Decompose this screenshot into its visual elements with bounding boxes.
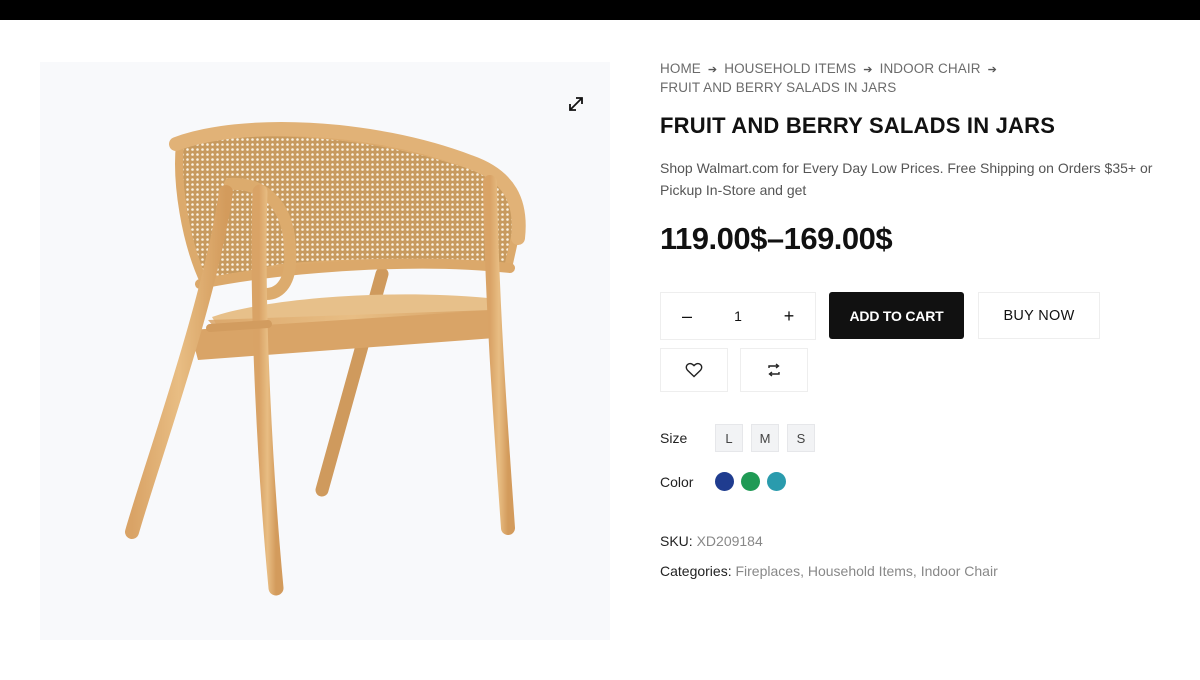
breadcrumb-household-items[interactable]: HOUSEHOLD ITEMS xyxy=(724,61,856,76)
product-info: HOME ➔ HOUSEHOLD ITEMS ➔ INDOOR CHAIR ➔ FRUIT… xyxy=(660,60,1180,579)
categories-label: Categories: xyxy=(660,563,732,579)
heart-icon xyxy=(685,362,703,378)
increment-button[interactable]: + xyxy=(779,306,799,327)
color-selector: Color xyxy=(660,472,793,491)
size-selector: Size L M S xyxy=(660,424,823,452)
arrow-right-icon: ➔ xyxy=(707,64,718,76)
color-label: Color xyxy=(660,473,694,490)
category-link-household-items[interactable]: Household Items xyxy=(808,563,913,579)
buy-now-button[interactable]: BUY NOW xyxy=(978,292,1100,339)
decrement-button[interactable]: – xyxy=(677,306,697,327)
size-option-s[interactable]: S xyxy=(787,424,815,452)
breadcrumb-current: FRUIT AND BERRY SALADS IN JARS xyxy=(660,80,897,95)
wishlist-button[interactable] xyxy=(660,348,728,392)
cart-row: – 1 + ADD TO CART BUY NOW xyxy=(660,292,1180,340)
product-gallery xyxy=(40,62,610,640)
compare-arrows-icon xyxy=(768,363,780,377)
size-option-l[interactable]: L xyxy=(715,424,743,452)
size-option-m[interactable]: M xyxy=(751,424,779,452)
top-bar xyxy=(0,0,1200,20)
quantity-input[interactable]: 1 xyxy=(734,308,742,324)
add-to-cart-button[interactable]: ADD TO CART xyxy=(829,292,964,339)
sku-value: XD209184 xyxy=(696,533,763,549)
product-title: FRUIT AND BERRY SALADS IN JARS xyxy=(660,113,1056,138)
product-description: Shop Walmart.com for Every Day Low Price… xyxy=(660,160,1153,198)
breadcrumb-home[interactable]: HOME xyxy=(660,61,701,76)
category-link-fireplaces[interactable]: Fireplaces xyxy=(735,563,800,579)
arrow-right-icon: ➔ xyxy=(987,64,997,76)
category-link-indoor-chair[interactable]: Indoor Chair xyxy=(921,563,998,579)
product-image xyxy=(125,122,526,596)
arrow-right-icon: ➔ xyxy=(863,64,873,76)
sku-label: SKU: xyxy=(660,533,693,549)
expand-icon[interactable] xyxy=(566,94,586,114)
color-swatch-blue[interactable] xyxy=(715,472,734,491)
breadcrumb-indoor-chair[interactable]: INDOOR CHAIR xyxy=(880,61,981,76)
compare-button[interactable] xyxy=(740,348,808,392)
breadcrumb: HOME ➔ HOUSEHOLD ITEMS ➔ INDOOR CHAIR ➔ FRUIT… xyxy=(660,60,1180,96)
categories: Categories: Fireplaces, Household Items,… xyxy=(660,563,998,579)
color-swatch-green[interactable] xyxy=(741,472,760,491)
size-label: Size xyxy=(660,430,688,446)
sku: SKU: XD209184 xyxy=(660,533,763,549)
product-price: 119.00$–169.00$ xyxy=(660,221,893,256)
color-swatch-teal[interactable] xyxy=(767,472,786,491)
quantity-stepper: – 1 + xyxy=(660,292,816,340)
